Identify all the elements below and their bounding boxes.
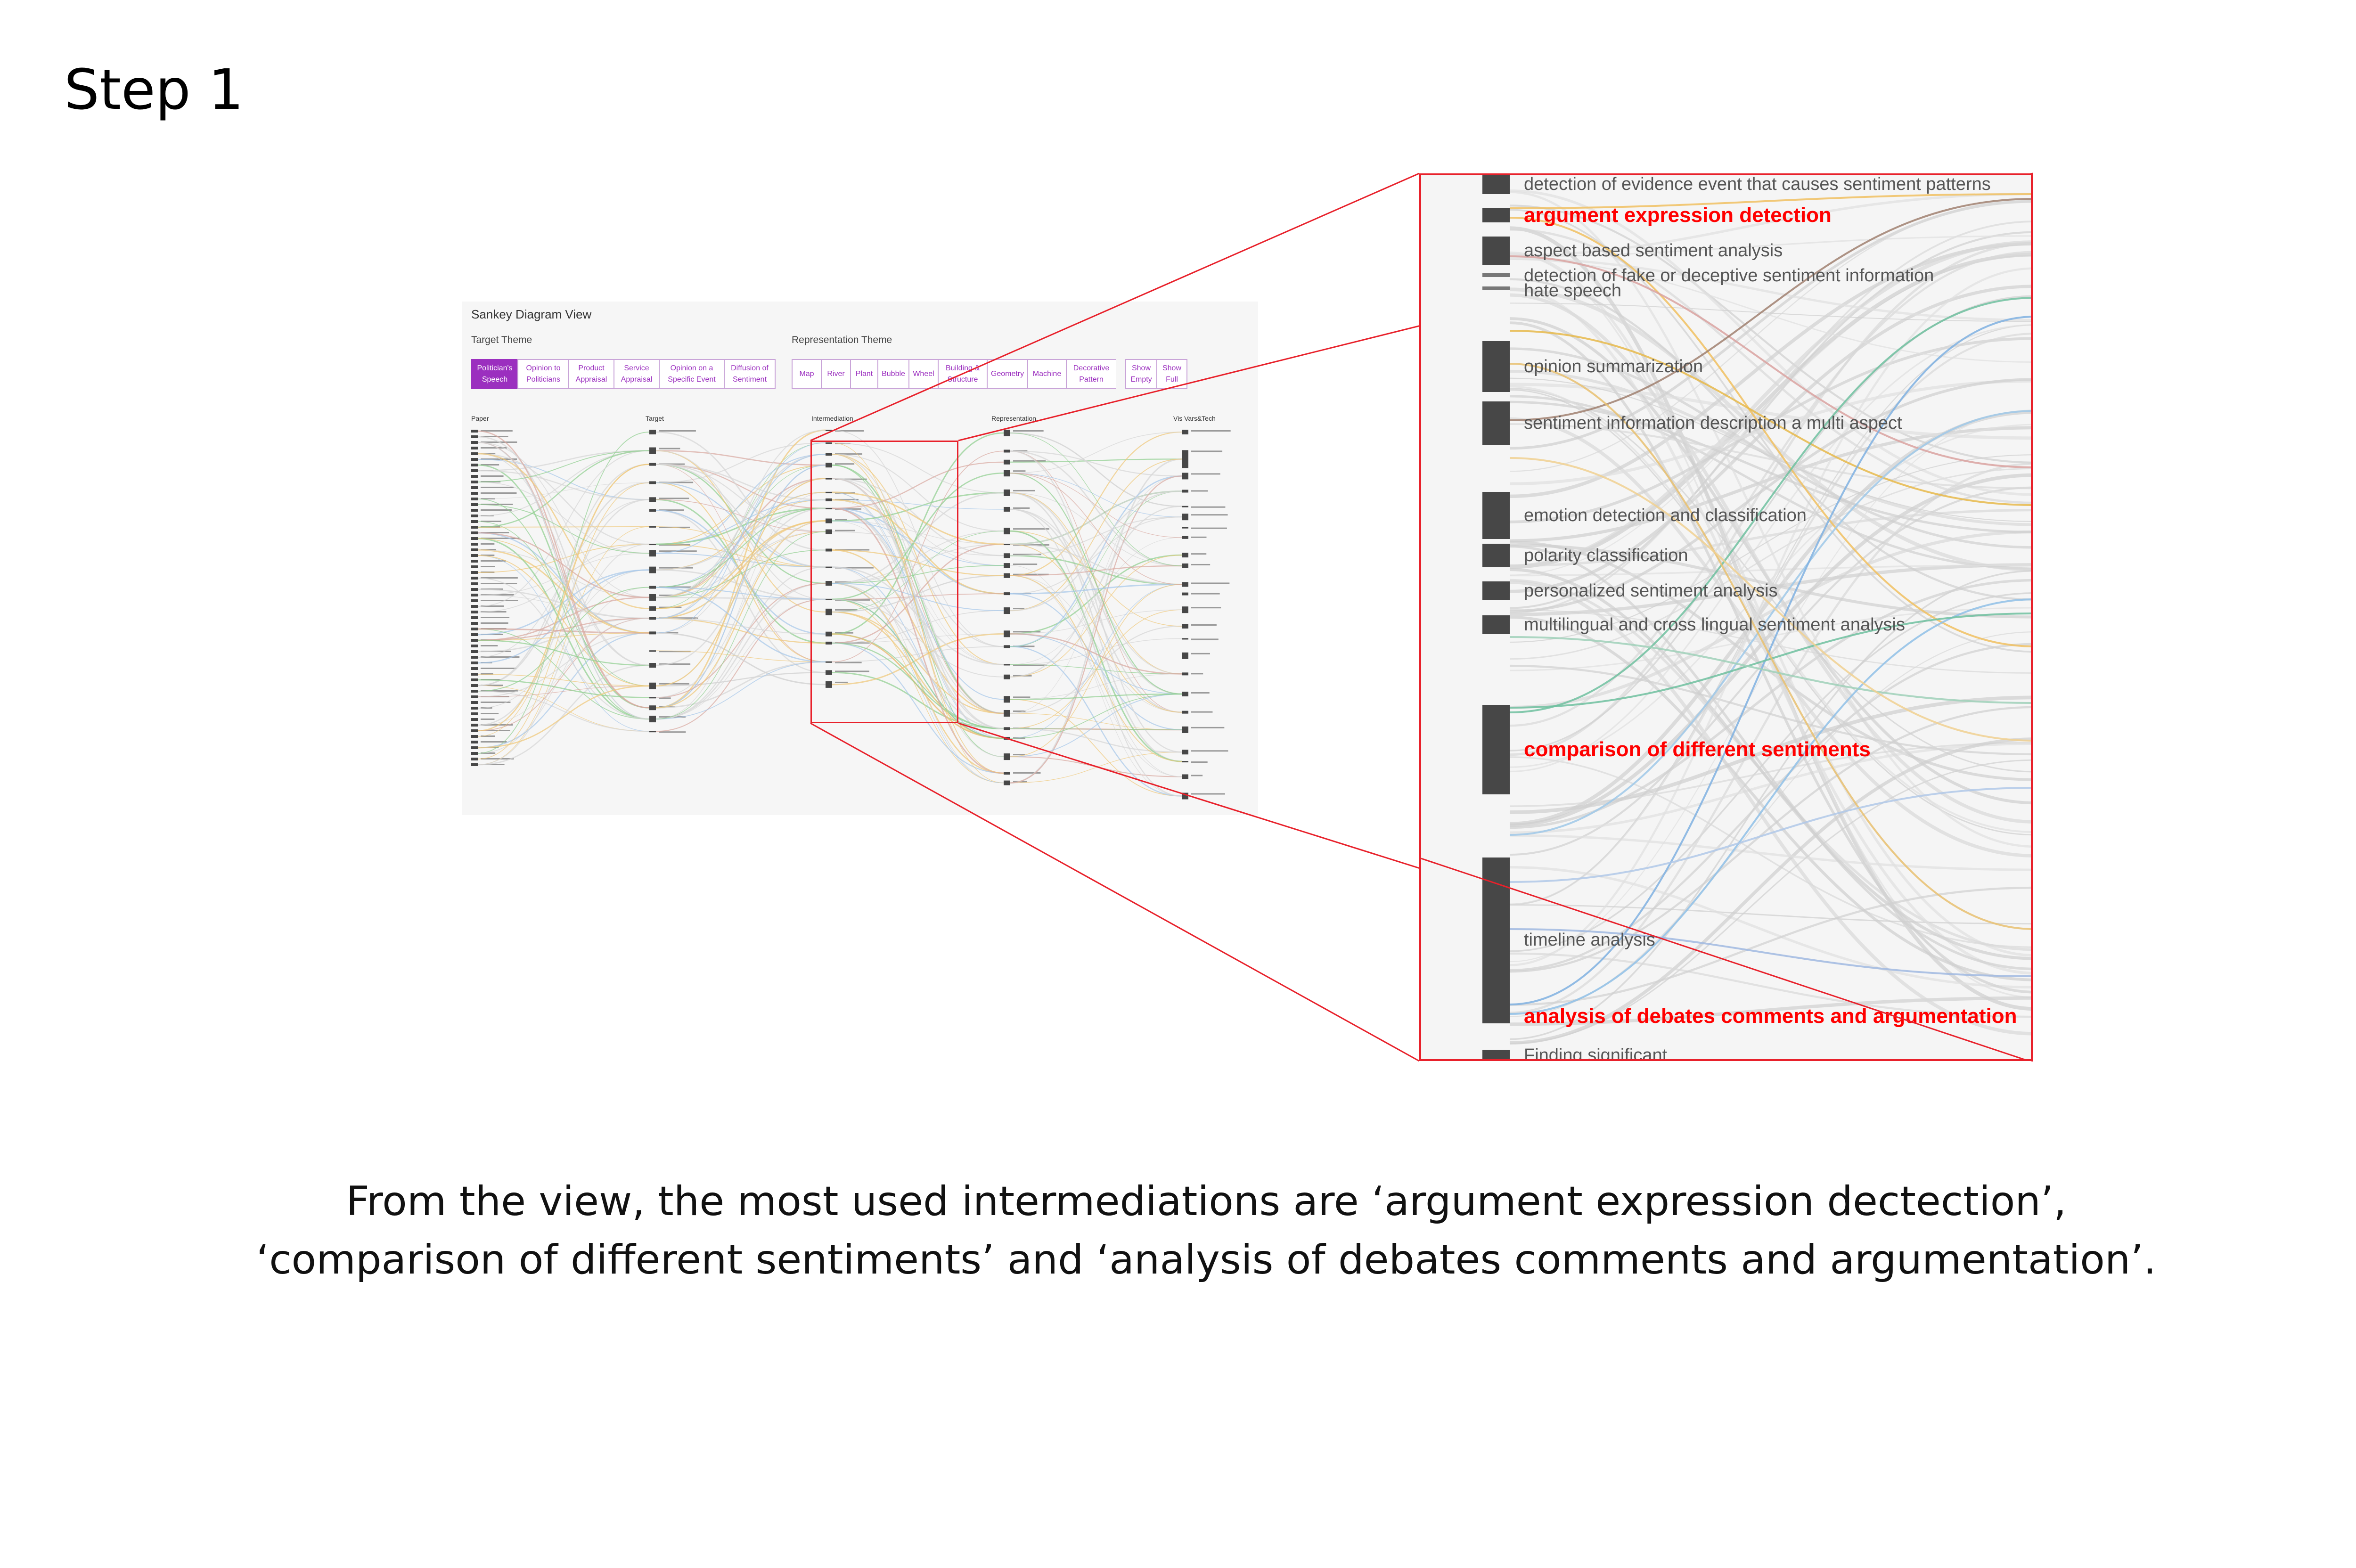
- caption: From the view, the most used intermediat…: [0, 1172, 2356, 1289]
- zoomed-detail-panel: detection of evidence event that causes …: [1419, 173, 2033, 1061]
- connector-line: [810, 172, 1420, 441]
- caption-line-1: From the view, the most used intermediat…: [346, 1178, 2067, 1225]
- caption-line-2: ‘comparison of different sentiments’ and…: [256, 1236, 2157, 1283]
- connector-line: [810, 722, 1420, 1062]
- zoom-diagonal-line: [1421, 858, 2026, 1059]
